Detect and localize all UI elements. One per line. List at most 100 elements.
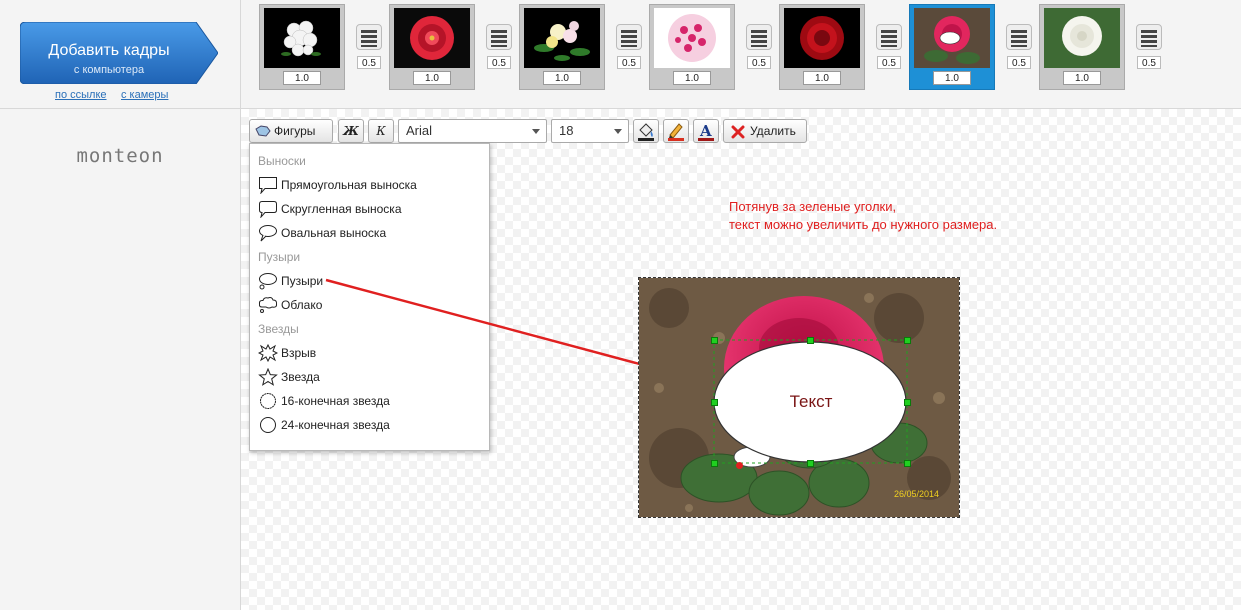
transition-icon[interactable] (876, 24, 902, 50)
menu-item-star[interactable]: Звезда (258, 367, 483, 387)
menu-item-16-star[interactable]: 16-конечная звезда (258, 391, 483, 411)
menu-item-24-star[interactable]: 24-конечная звезда (258, 415, 483, 435)
rect-callout-icon (259, 177, 277, 194)
bubble-icon (259, 273, 277, 290)
transition-duration[interactable]: 0.5 (487, 56, 511, 69)
star-24-icon (260, 417, 276, 433)
cloud-icon (258, 297, 278, 313)
transition-duration[interactable]: 0.5 (1137, 56, 1161, 69)
menu-item-explosion[interactable]: Взрыв (258, 343, 483, 363)
resize-hint: Потянув за зеленые уголки, текст можно у… (729, 198, 997, 234)
thumb-red-dahlia (394, 8, 470, 68)
resize-handle-br[interactable] (904, 460, 911, 467)
transition-duration[interactable]: 0.5 (747, 56, 771, 69)
resize-handle-l[interactable] (711, 399, 718, 406)
add-frames-subtitle: с компьютера (73, 64, 145, 76)
fill-color-button[interactable] (633, 119, 659, 143)
transition-duration[interactable]: 0.5 (357, 56, 381, 69)
font-select[interactable]: Arial (398, 119, 547, 143)
frame-duration[interactable]: 1.0 (673, 71, 711, 85)
italic-button[interactable]: К (368, 119, 394, 143)
transition-icon[interactable] (1006, 24, 1032, 50)
transition-duration[interactable]: 0.5 (1007, 56, 1031, 69)
frame-7[interactable]: 1.0 (1039, 4, 1125, 90)
resize-handle-t[interactable] (807, 337, 814, 344)
font-select-value: Arial (406, 123, 433, 138)
explosion-icon (258, 344, 278, 362)
frame-1[interactable]: 1.0 (259, 4, 345, 90)
text-color-button[interactable]: A (693, 119, 719, 143)
frame-3[interactable]: 1.0 (519, 4, 605, 90)
resize-handle-tl[interactable] (711, 337, 718, 344)
hint-line-2: текст можно увеличить до нужного размера… (729, 217, 998, 232)
frame-4[interactable]: 1.0 (649, 4, 735, 90)
paint-bucket-icon (638, 123, 654, 141)
resize-handle-r[interactable] (904, 399, 911, 406)
shapes-icon (255, 125, 271, 137)
menu-section-callouts: Выноски (258, 154, 306, 168)
menu-item-rounded-callout[interactable]: Скругленная выноска (258, 199, 483, 219)
text-color-icon: A (698, 122, 714, 141)
frame-2[interactable]: 1.0 (389, 4, 475, 90)
bold-button[interactable]: Ж (338, 119, 364, 143)
frame-duration[interactable]: 1.0 (283, 71, 321, 85)
logo: monteon (76, 145, 164, 167)
font-size-select[interactable]: 18 (551, 119, 629, 143)
shapes-label: Фигуры (274, 124, 316, 138)
frame-duration[interactable]: 1.0 (1063, 71, 1101, 85)
shapes-dropdown-menu: Выноски Прямоугольная выноска Скругленна… (249, 143, 490, 451)
star-16-icon (260, 393, 276, 409)
tail-handle[interactable] (736, 462, 743, 469)
add-from-camera-link[interactable]: с камеры (121, 89, 168, 101)
stroke-color-button[interactable] (663, 119, 689, 143)
svg-text:A: A (699, 122, 712, 140)
transition-duration[interactable]: 0.5 (617, 56, 641, 69)
pencil-icon (668, 123, 684, 141)
frame-duration[interactable]: 1.0 (413, 71, 451, 85)
transition-icon[interactable] (746, 24, 772, 50)
star-icon (258, 368, 278, 386)
thumb-pink-carnation (654, 8, 730, 68)
font-size-value: 18 (559, 123, 574, 138)
menu-item-cloud[interactable]: Облако (258, 295, 483, 315)
resize-handle-b[interactable] (807, 460, 814, 467)
menu-item-bubbles[interactable]: Пузыри (258, 271, 483, 291)
chevron-down-icon (532, 129, 540, 134)
transition-icon[interactable] (486, 24, 512, 50)
delete-label: Удалить (750, 124, 796, 138)
delete-button[interactable]: Удалить (723, 119, 807, 143)
add-by-url-link[interactable]: по ссылке (55, 89, 107, 101)
add-frames-title: Добавить кадры (48, 42, 170, 59)
hint-line-1: Потянув за зеленые уголки, (729, 199, 897, 214)
rounded-callout-icon (259, 201, 277, 218)
bubble-text[interactable]: Текст (716, 392, 906, 412)
menu-item-oval-callout[interactable]: Овальная выноска (258, 223, 483, 243)
frame-5[interactable]: 1.0 (779, 4, 865, 90)
thumb-white-rose (1044, 8, 1120, 68)
chevron-down-icon (614, 129, 622, 134)
frame-duration[interactable]: 1.0 (803, 71, 841, 85)
transition-icon[interactable] (1136, 24, 1162, 50)
transition-duration[interactable]: 0.5 (877, 56, 901, 69)
thumb-white-flower-bouquet (264, 8, 340, 68)
left-divider (0, 108, 240, 109)
menu-item-rect-callout[interactable]: Прямоугольная выноска (258, 175, 483, 195)
oval-callout-icon (259, 225, 277, 242)
resize-handle-bl[interactable] (711, 460, 718, 467)
transition-icon[interactable] (616, 24, 642, 50)
thumb-pink-rose (914, 8, 990, 68)
add-frames-button[interactable]: Добавить кадры с компьютера (20, 22, 218, 84)
left-panel: Добавить кадры с компьютера по ссылке с … (0, 0, 241, 610)
frame-6[interactable]: 1.0 (909, 4, 995, 90)
frame-duration[interactable]: 1.0 (933, 71, 971, 85)
frame-duration[interactable]: 1.0 (543, 71, 581, 85)
filmstrip: 1.0 0.5 1.0 0.5 1.0 0.5 1.0 0.5 1.0 0.5 … (241, 0, 1241, 109)
thumb-yellow-lily-bouquet (524, 8, 600, 68)
shapes-button[interactable]: Фигуры (249, 119, 333, 143)
photo-date-stamp: 26/05/2014 (894, 489, 940, 499)
menu-section-stars: Звезды (258, 322, 299, 336)
close-icon (731, 125, 745, 139)
menu-section-bubbles: Пузыри (258, 250, 301, 264)
transition-icon[interactable] (356, 24, 382, 50)
resize-handle-tr[interactable] (904, 337, 911, 344)
